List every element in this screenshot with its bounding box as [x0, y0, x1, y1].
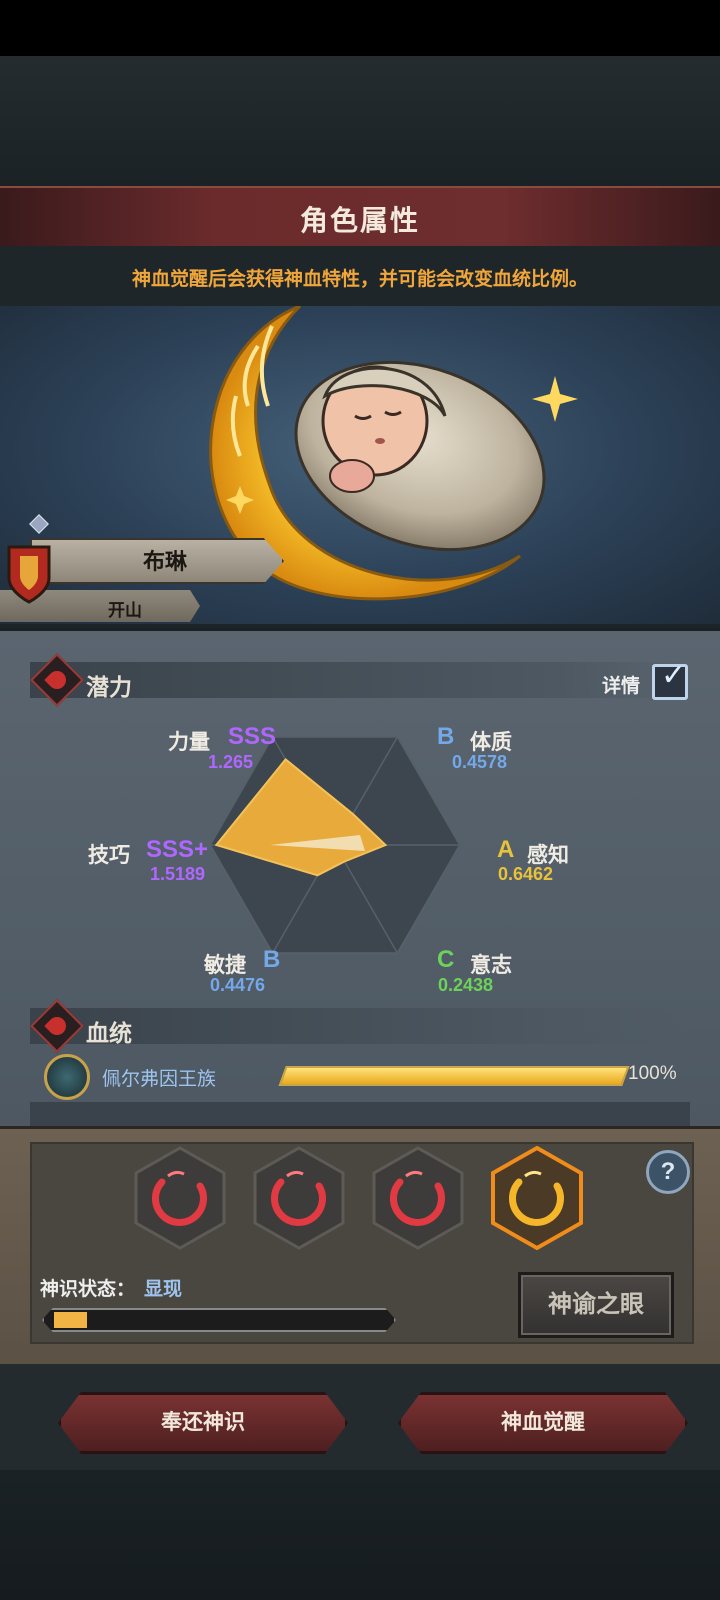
background-bottom — [0, 1470, 720, 1600]
stat-value-will: 0.2438 — [438, 975, 494, 995]
bloodline-name: 佩尔弗因王族 — [102, 1069, 217, 1090]
stat-value-skill: 1.5189 — [150, 864, 206, 884]
status-bar — [0, 0, 720, 56]
character-name: 布琳 — [142, 549, 187, 574]
character-title: 开山 — [108, 601, 142, 620]
bloodline-title: 血统 — [86, 1020, 132, 1046]
stat-value-perception: 0.6462 — [498, 864, 554, 884]
stat-grade-agility: B — [263, 946, 281, 973]
bloodline-percent: 100% — [628, 1063, 677, 1084]
shield-icon — [7, 545, 51, 604]
rune-slot-1[interactable] — [134, 1146, 226, 1250]
page-title: 角色属性 — [299, 205, 420, 236]
rune-slot-4[interactable] — [491, 1146, 583, 1250]
stat-grade-constitution: B — [437, 723, 455, 750]
divine-progress — [42, 1308, 396, 1332]
detail-label: 详情 — [602, 676, 641, 697]
potential-title: 潜力 — [86, 674, 132, 700]
rune-slot-3[interactable] — [372, 1146, 464, 1250]
divine-state-label: 神识状态： — [40, 1279, 136, 1300]
divine-state-value: 显现 — [144, 1279, 183, 1300]
bloodline-progress — [278, 1066, 630, 1086]
detail-checkbox[interactable]: ✓ — [652, 659, 688, 700]
stat-grade-perception: A — [497, 836, 515, 863]
background-top — [0, 56, 720, 186]
divine-progress-fill — [54, 1312, 87, 1328]
stat-grade-skill: SSS+ — [146, 836, 209, 863]
stat-name-strength: 力量 — [168, 731, 210, 754]
bloodline-progress-fill — [281, 1068, 627, 1084]
stat-value-constitution: 0.4578 — [452, 752, 508, 772]
checkmark-icon: ✓ — [661, 659, 687, 692]
stat-value-agility: 0.4476 — [210, 975, 266, 995]
traits-header-partial — [30, 1102, 690, 1128]
page-subtitle: 神血觉醒后会获得神血特性，并可能会改变血统比例。 — [131, 269, 588, 290]
oracle-eye-button[interactable]: 神谕之眼 — [518, 1272, 674, 1338]
stat-grade-will: C — [437, 946, 455, 973]
rune-slot-2[interactable] — [253, 1146, 345, 1250]
return-divine-button[interactable]: 奉还神识 — [58, 1392, 348, 1454]
stat-grade-strength: SSS — [228, 723, 277, 750]
royal-crest-icon — [44, 1054, 90, 1100]
help-button[interactable]: ? — [646, 1150, 690, 1194]
stat-name-skill: 技巧 — [88, 844, 130, 867]
stat-value-strength: 1.265 — [208, 752, 254, 772]
awaken-blood-button[interactable]: 神血觉醒 — [398, 1392, 688, 1454]
